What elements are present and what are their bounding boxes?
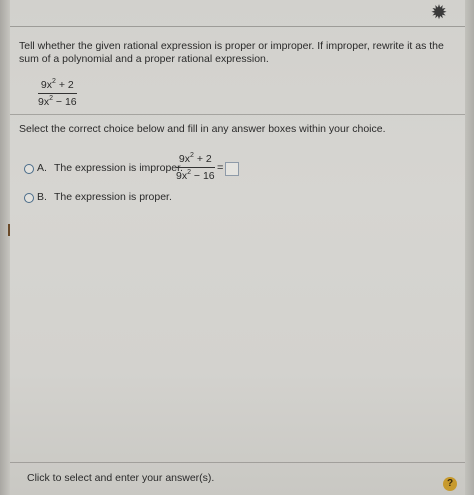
instruction-text: Select the correct choice below and fill… — [19, 123, 386, 135]
fraction-bar — [38, 93, 77, 94]
right-border — [465, 0, 474, 495]
choice-a-expression: 9x2 + 2 9x2 − 16 — [176, 152, 215, 182]
equals-sign: = — [217, 162, 224, 174]
left-border — [0, 0, 10, 495]
given-expression: 9x2 + 2 9x2 − 16 — [38, 78, 77, 108]
choice-b-radio[interactable] — [24, 193, 34, 203]
question-prompt: Tell whether the given rational expressi… — [19, 40, 444, 65]
choice-a-text: The expression is improper. — [54, 162, 183, 174]
help-icon[interactable]: ? — [443, 477, 457, 491]
expression-denominator: 9x2 − 16 — [38, 95, 77, 108]
question-panel: ✹ Tell whether the given rational expres… — [0, 0, 474, 495]
choice-b-letter: B. — [37, 191, 47, 203]
header-divider — [10, 26, 465, 27]
status-text: Click to select and enter your answer(s)… — [27, 472, 215, 484]
answer-input[interactable] — [225, 162, 239, 176]
footer-divider — [10, 462, 465, 463]
choice-a-letter: A. — [37, 162, 47, 174]
gear-icon[interactable]: ✹ — [428, 2, 450, 24]
expression-numerator: 9x2 + 2 — [40, 78, 74, 91]
text-cursor — [8, 224, 10, 236]
choice-b-text: The expression is proper. — [54, 191, 172, 203]
choice-a-radio[interactable] — [24, 164, 34, 174]
section-divider — [10, 114, 465, 115]
